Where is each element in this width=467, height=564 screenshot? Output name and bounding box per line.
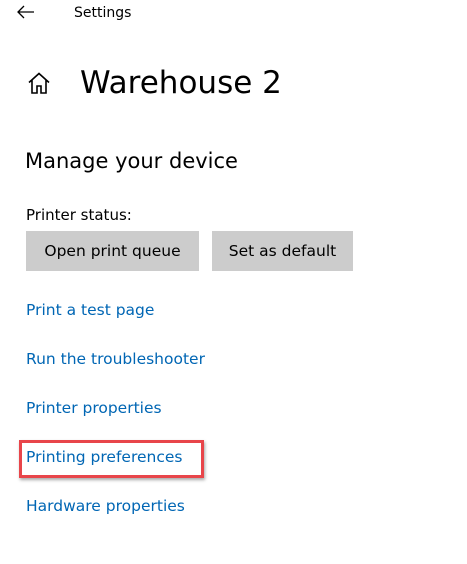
home-icon[interactable]	[26, 70, 52, 96]
back-button[interactable]	[14, 0, 38, 24]
hardware-properties-link[interactable]: Hardware properties	[26, 495, 185, 517]
run-troubleshooter-link[interactable]: Run the troubleshooter	[26, 348, 205, 370]
open-print-queue-button[interactable]: Open print queue	[26, 231, 199, 271]
printer-status-label: Printer status:	[26, 206, 132, 224]
title-bar: Settings	[0, 0, 467, 30]
printer-properties-link[interactable]: Printer properties	[26, 397, 162, 419]
back-arrow-icon	[17, 5, 34, 19]
section-title: Manage your device	[25, 149, 238, 173]
set-as-default-button[interactable]: Set as default	[212, 231, 353, 271]
printing-preferences-link[interactable]: Printing preferences	[26, 446, 182, 468]
page-header: Warehouse 2	[26, 60, 282, 106]
print-test-page-link[interactable]: Print a test page	[26, 299, 154, 321]
page-title: Warehouse 2	[80, 65, 282, 101]
app-title: Settings	[74, 5, 132, 21]
